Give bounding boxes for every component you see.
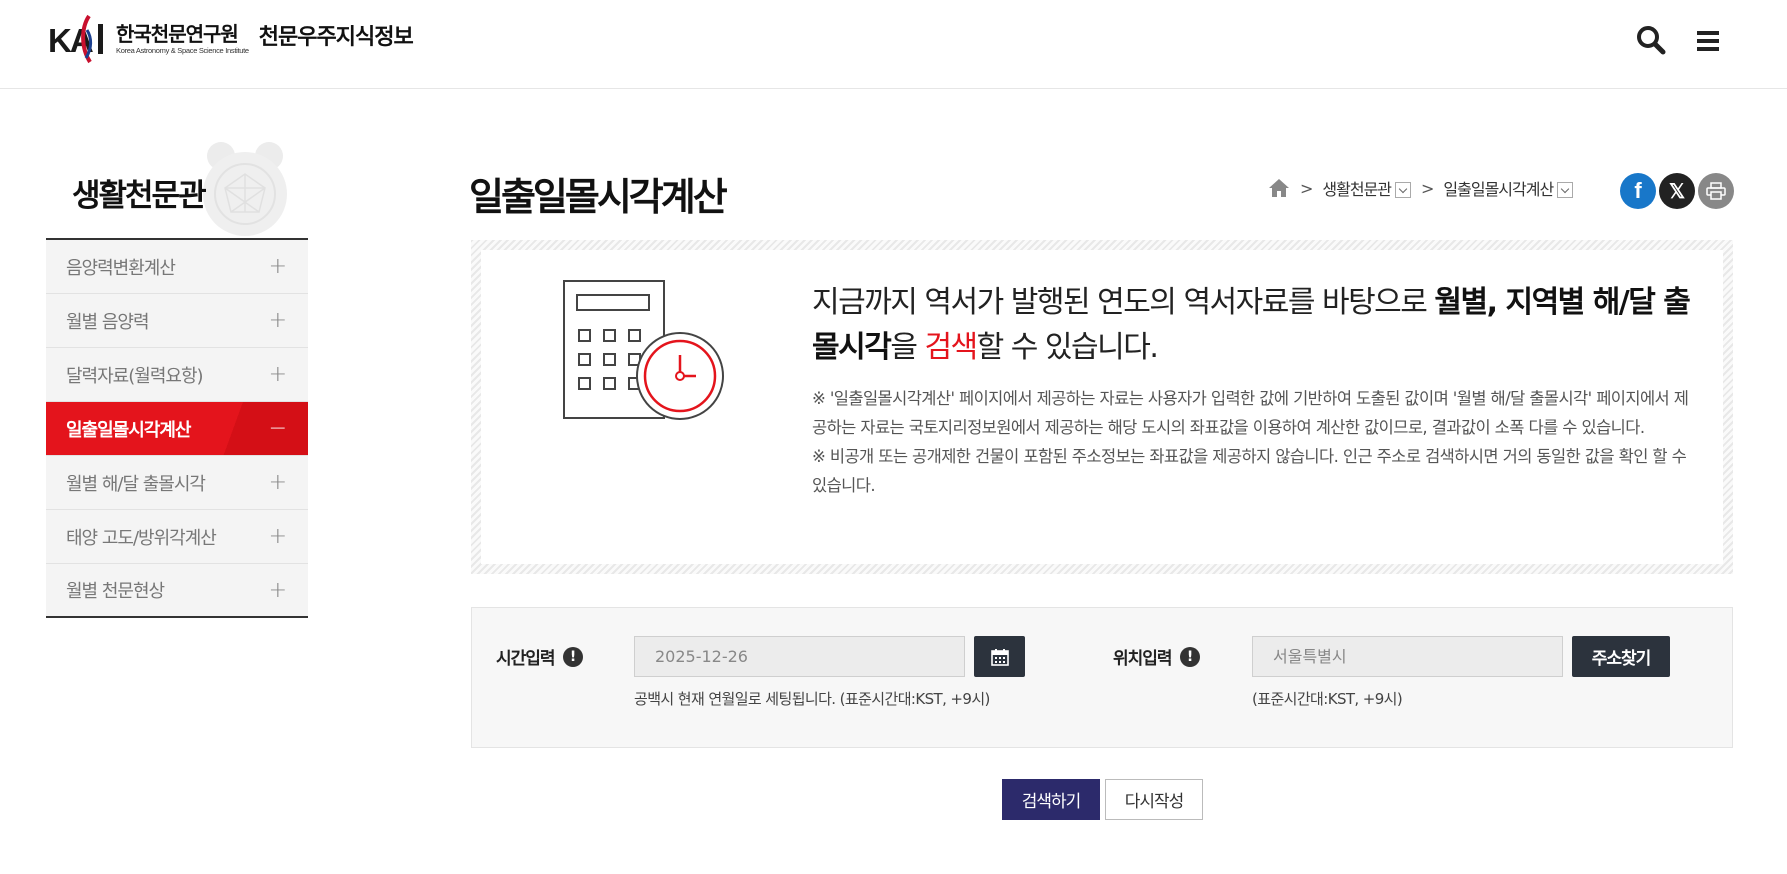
- breadcrumb-separator: >: [1300, 178, 1313, 198]
- menu-icon[interactable]: [1690, 22, 1726, 58]
- calendar-icon: [990, 648, 1009, 666]
- site-logo[interactable]: KA 한국천문연구원 Korea Astronomy & Space Scien…: [48, 12, 414, 64]
- info-box: 지금까지 역서가 발행된 연도의 역서자료를 바탕으로 월별, 지역별 해/달 …: [471, 240, 1733, 574]
- search-button[interactable]: 검색하기: [1002, 779, 1100, 820]
- sidebar-item-sunrise-sunset[interactable]: 일출일몰시각계산 −: [46, 402, 308, 456]
- breadcrumb-item-lifestyle[interactable]: 생활천문관: [1322, 176, 1392, 200]
- breadcrumb: > 생활천문관 > 일출일몰시각계산: [1268, 176, 1574, 200]
- org-name-ko: 한국천문연구원: [116, 21, 239, 46]
- location-input-label: 위치입력!: [1113, 644, 1200, 669]
- sidebar-item-solar-altitude[interactable]: 태양 고도/방위각계산 +: [46, 510, 308, 564]
- sidebar-item-monthly-rise-set[interactable]: 월별 해/달 출몰시각 +: [46, 456, 308, 510]
- info-lead: 지금까지 역서가 발행된 연도의 역서자료를 바탕으로 월별, 지역별 해/달 …: [812, 285, 1691, 365]
- search-icon[interactable]: [1633, 22, 1669, 58]
- info-note: ※ '일출일몰시각계산' 페이지에서 제공하는 자료는 사용자가 입력한 값에 …: [812, 389, 1689, 495]
- search-form: 시간입력! 2025-12-26 공백시 현재 연월일로 세팅됩니다. (표준시…: [471, 607, 1733, 748]
- find-address-button[interactable]: 주소찾기: [1572, 636, 1670, 677]
- breadcrumb-item-current[interactable]: 일출일몰시각계산: [1443, 176, 1554, 200]
- chevron-down-icon[interactable]: [1395, 182, 1412, 198]
- reset-button[interactable]: 다시작성: [1105, 779, 1203, 820]
- minus-icon: −: [268, 416, 287, 441]
- info-icon[interactable]: !: [562, 646, 583, 667]
- print-icon[interactable]: [1698, 173, 1734, 209]
- alarm-clock-icon: [203, 142, 287, 236]
- sidebar-item-astronomical-events[interactable]: 월별 천문현상 +: [46, 564, 308, 618]
- plus-icon: +: [268, 524, 287, 549]
- plus-icon: +: [268, 362, 287, 387]
- sidebar-item-lunar-conversion[interactable]: 음양력변환계산 +: [46, 240, 308, 294]
- org-name-en: Korea Astronomy & Space Science Institut…: [116, 45, 249, 55]
- plus-icon: +: [268, 254, 287, 279]
- sidebar-nav: 생활천문관 음양력변환계산 + 월별 음양력 + 달력자료(월력요항) + 일출일몰시…: [46, 134, 308, 618]
- page-title: 일출일몰시각계산: [469, 175, 728, 219]
- date-input[interactable]: 2025-12-26: [634, 636, 965, 677]
- x-icon[interactable]: 𝕏: [1659, 173, 1695, 209]
- sidebar-item-calendar-data[interactable]: 달력자료(월력요항) +: [46, 348, 308, 402]
- plus-icon: +: [268, 577, 287, 603]
- chevron-down-icon[interactable]: [1557, 182, 1574, 198]
- facebook-icon[interactable]: f: [1620, 173, 1656, 209]
- sidebar-item-monthly-calendar[interactable]: 월별 음양력 +: [46, 294, 308, 348]
- breadcrumb-separator: >: [1421, 178, 1434, 198]
- calendar-button[interactable]: [974, 636, 1025, 677]
- location-input[interactable]: 서울특별시: [1252, 636, 1563, 677]
- sidebar-title: 생활천문관: [72, 178, 207, 214]
- site-header: KA 한국천문연구원 Korea Astronomy & Space Scien…: [0, 0, 1787, 89]
- plus-icon: +: [268, 308, 287, 333]
- kasi-logo-mark: KA: [48, 14, 103, 64]
- time-input-label: 시간입력!: [496, 644, 583, 669]
- plus-icon: +: [268, 470, 287, 495]
- info-icon[interactable]: !: [1179, 646, 1200, 667]
- site-name: 천문우주지식정보: [258, 25, 414, 50]
- home-icon[interactable]: [1268, 178, 1290, 198]
- location-help-text: (표준시간대:KST, +9시): [1252, 690, 1403, 708]
- calculator-clock-icon: [563, 280, 724, 420]
- time-help-text: 공백시 현재 연월일로 세팅됩니다. (표준시간대:KST, +9시): [634, 690, 990, 708]
